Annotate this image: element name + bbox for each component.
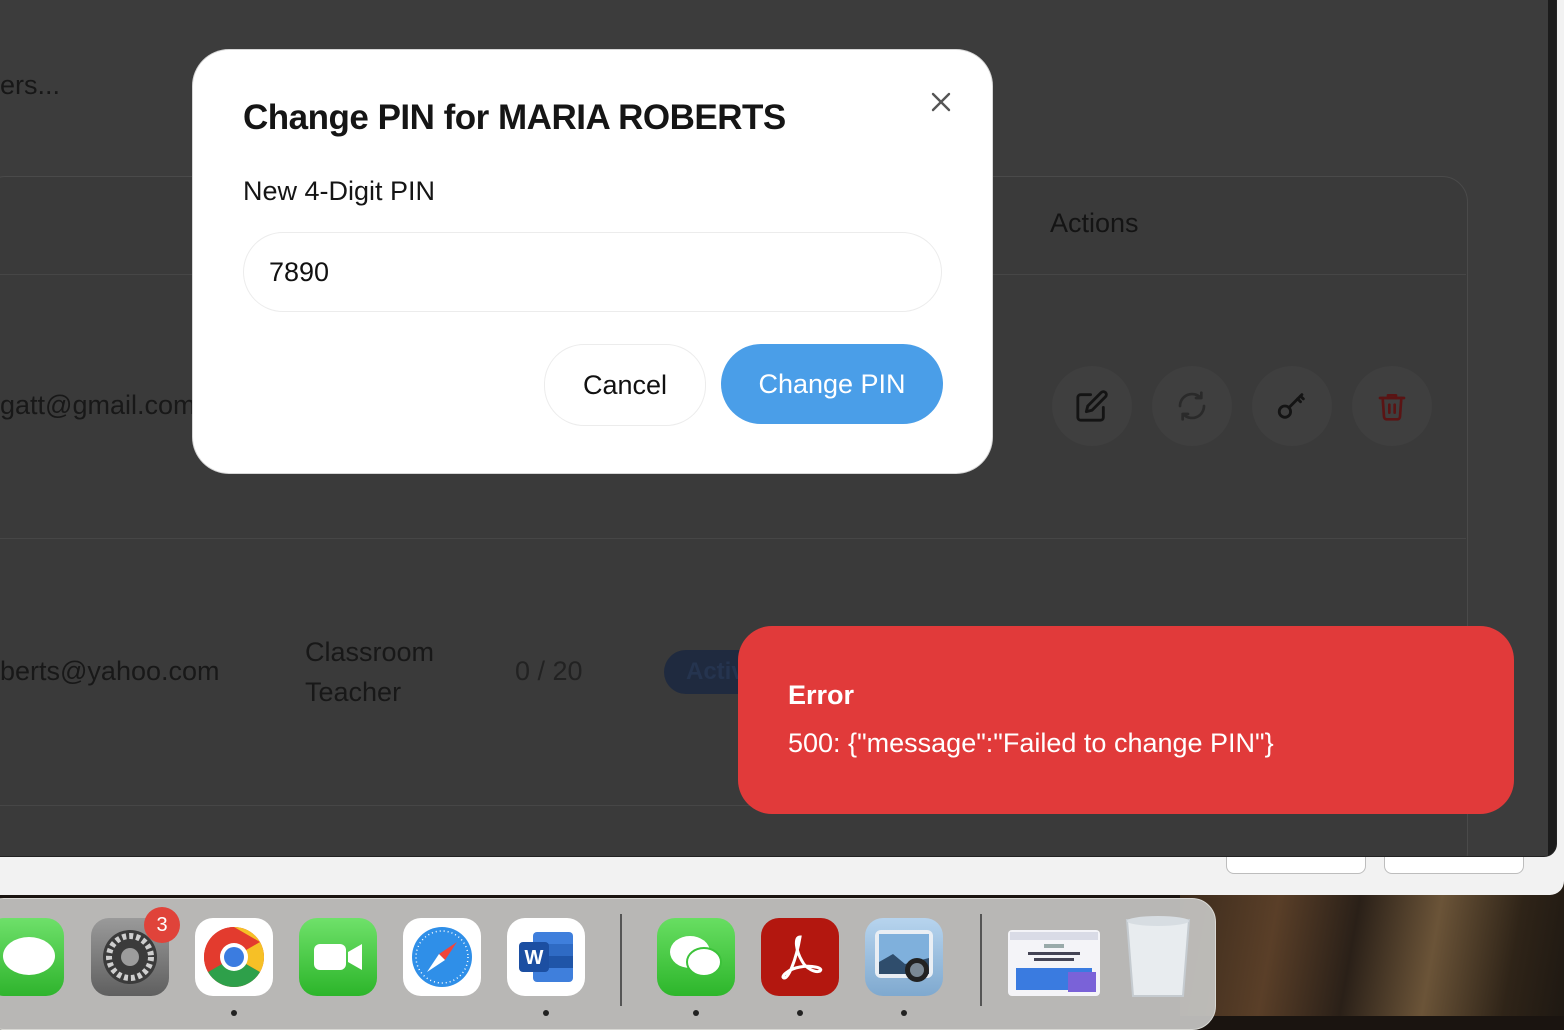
dock-wechat[interactable] <box>657 918 735 996</box>
cancel-button-label: Cancel <box>582 369 668 400</box>
running-indicator <box>543 1010 549 1016</box>
pin-field-label: New 4-Digit PIN <box>243 176 436 206</box>
row-student-count: 0 / 20 <box>515 656 583 686</box>
document-thumbnail-icon <box>1010 932 1098 992</box>
key-icon <box>1277 393 1305 419</box>
edit-button[interactable] <box>1052 366 1132 446</box>
column-header-actions: Actions <box>1050 208 1139 238</box>
dock-separator <box>620 914 622 1006</box>
trash-can-icon <box>1125 916 1191 997</box>
running-indicator <box>797 1010 803 1016</box>
messages-icon <box>3 937 55 975</box>
dock-acrobat[interactable] <box>761 918 839 996</box>
edit-icon <box>1076 390 1108 422</box>
dock-preview[interactable] <box>865 918 943 996</box>
dialog-title: Change PIN for MARIA ROBERTS <box>243 98 786 137</box>
delete-button[interactable] <box>1352 366 1432 446</box>
dock-messages[interactable] <box>0 918 64 996</box>
desktop-wallpaper <box>1180 880 1564 1016</box>
change-pin-button-label: Change PIN <box>758 368 906 399</box>
refresh-icon <box>1178 391 1206 421</box>
row-divider <box>0 538 1466 539</box>
wechat-icon <box>670 936 722 977</box>
dock-safari[interactable] <box>403 918 481 996</box>
pin-input[interactable] <box>243 232 942 312</box>
dock-facetime[interactable] <box>299 918 377 996</box>
running-indicator <box>231 1010 237 1016</box>
notification-badge: 3 <box>144 907 180 943</box>
trash-icon <box>1378 394 1406 421</box>
search-placeholder: ers... <box>0 70 61 100</box>
running-indicator <box>901 1010 907 1016</box>
word-icon: W <box>519 932 573 982</box>
change-pin-button[interactable] <box>1252 366 1332 446</box>
row-role-line: Teacher <box>305 677 402 707</box>
dock-trash[interactable] <box>1122 914 1194 1000</box>
chrome-icon <box>203 927 265 988</box>
running-indicator <box>693 1010 699 1016</box>
acrobat-icon <box>781 935 823 980</box>
row-role: Classroom Teacher <box>305 632 434 712</box>
reset-button[interactable] <box>1152 366 1232 446</box>
dock-separator <box>980 914 982 1006</box>
error-toast[interactable]: Error 500: {"message":"Failed to change … <box>738 626 1514 814</box>
close-icon <box>931 92 951 112</box>
dock-chrome[interactable] <box>195 918 273 996</box>
change-pin-submit-button[interactable]: Change PIN <box>721 344 943 424</box>
dock-document-thumbnail[interactable] <box>1008 930 1100 996</box>
toast-title: Error <box>788 680 855 710</box>
row-email: gatt@gmail.com <box>0 390 196 420</box>
toast-message: 500: {"message":"Failed to change PIN"} <box>788 728 1274 758</box>
close-button[interactable] <box>923 84 959 120</box>
facetime-icon <box>314 944 362 970</box>
change-pin-dialog: Change PIN for MARIA ROBERTS New 4-Digit… <box>193 50 992 473</box>
cancel-button[interactable]: Cancel <box>544 344 706 426</box>
row-role-line: Classroom <box>305 637 435 667</box>
row-email: berts@yahoo.com <box>0 656 220 686</box>
safari-icon <box>412 927 472 987</box>
preview-icon <box>875 930 933 982</box>
dock-word[interactable]: W <box>507 918 585 996</box>
svg-text:W: W <box>525 947 544 969</box>
